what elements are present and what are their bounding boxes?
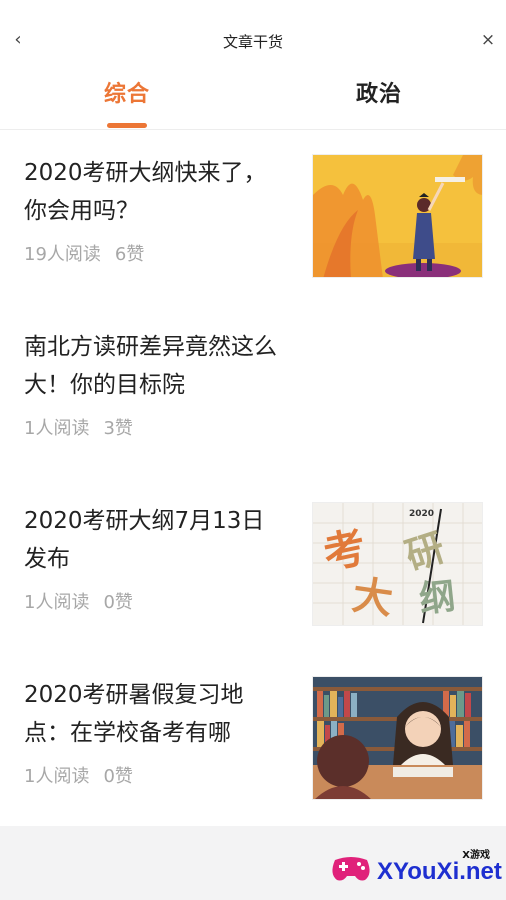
article-item[interactable]: 南北方读研差异竟然这么大！你的目标院 1人阅读 3赞 — [0, 328, 506, 498]
article-meta: 1人阅读 0赞 — [24, 762, 147, 788]
article-meta: 1人阅读 3赞 — [24, 414, 147, 440]
like-count: 0赞 — [103, 592, 133, 613]
read-count: 1人阅读 — [24, 766, 90, 787]
thumb-char: 纲 — [417, 576, 458, 621]
thumb-year: 2020 — [409, 509, 435, 519]
thumb-char: 大 — [349, 572, 396, 624]
watermark: XYouXi.net X游戏 — [329, 846, 502, 888]
page-title: 文章干货 — [222, 33, 283, 51]
active-tab-indicator — [107, 123, 147, 128]
read-count: 1人阅读 — [24, 592, 90, 613]
game-controller-icon — [332, 857, 370, 881]
like-count: 6赞 — [114, 244, 145, 265]
article-item[interactable]: 2020考研暑假复习地点：在学校备考有哪 1人阅读 0赞 — [0, 676, 506, 846]
article-title: 南北方读研差异竟然这么大！你的目标院 — [24, 334, 277, 398]
close-icon[interactable]: × — [478, 28, 498, 52]
article-item[interactable]: 2020考研大纲快来了，你会用吗？ 19人阅读 6赞 — [0, 154, 506, 324]
article-title: 2020考研大纲快来了，你会用吗？ — [24, 160, 267, 224]
read-count: 1人阅读 — [24, 418, 90, 439]
article-title: 2020考研暑假复习地点：在学校备考有哪 — [24, 682, 244, 746]
like-count: 0赞 — [103, 766, 133, 787]
watermark-text: XYouXi.net — [377, 858, 502, 885]
article-item[interactable]: 2020考研大纲7月13日发布 1人阅读 0赞 考 研 大 纲 2020 — [0, 502, 506, 672]
article-thumbnail — [312, 676, 483, 800]
read-count: 19人阅读 — [24, 244, 101, 265]
article-thumbnail — [312, 154, 483, 278]
tab-politics[interactable]: 政治 — [356, 76, 402, 108]
article-meta: 1人阅读 0赞 — [24, 588, 147, 614]
tab-bar: 综合 政治 — [0, 66, 506, 130]
article-title: 2020考研大纲7月13日发布 — [24, 508, 265, 572]
like-count: 3赞 — [103, 418, 133, 439]
tab-comprehensive[interactable]: 综合 — [104, 76, 150, 108]
watermark-sub: X游戏 — [462, 850, 490, 861]
article-meta: 19人阅读 6赞 — [24, 240, 158, 266]
article-thumbnail: 考 研 大 纲 2020 — [312, 502, 483, 626]
